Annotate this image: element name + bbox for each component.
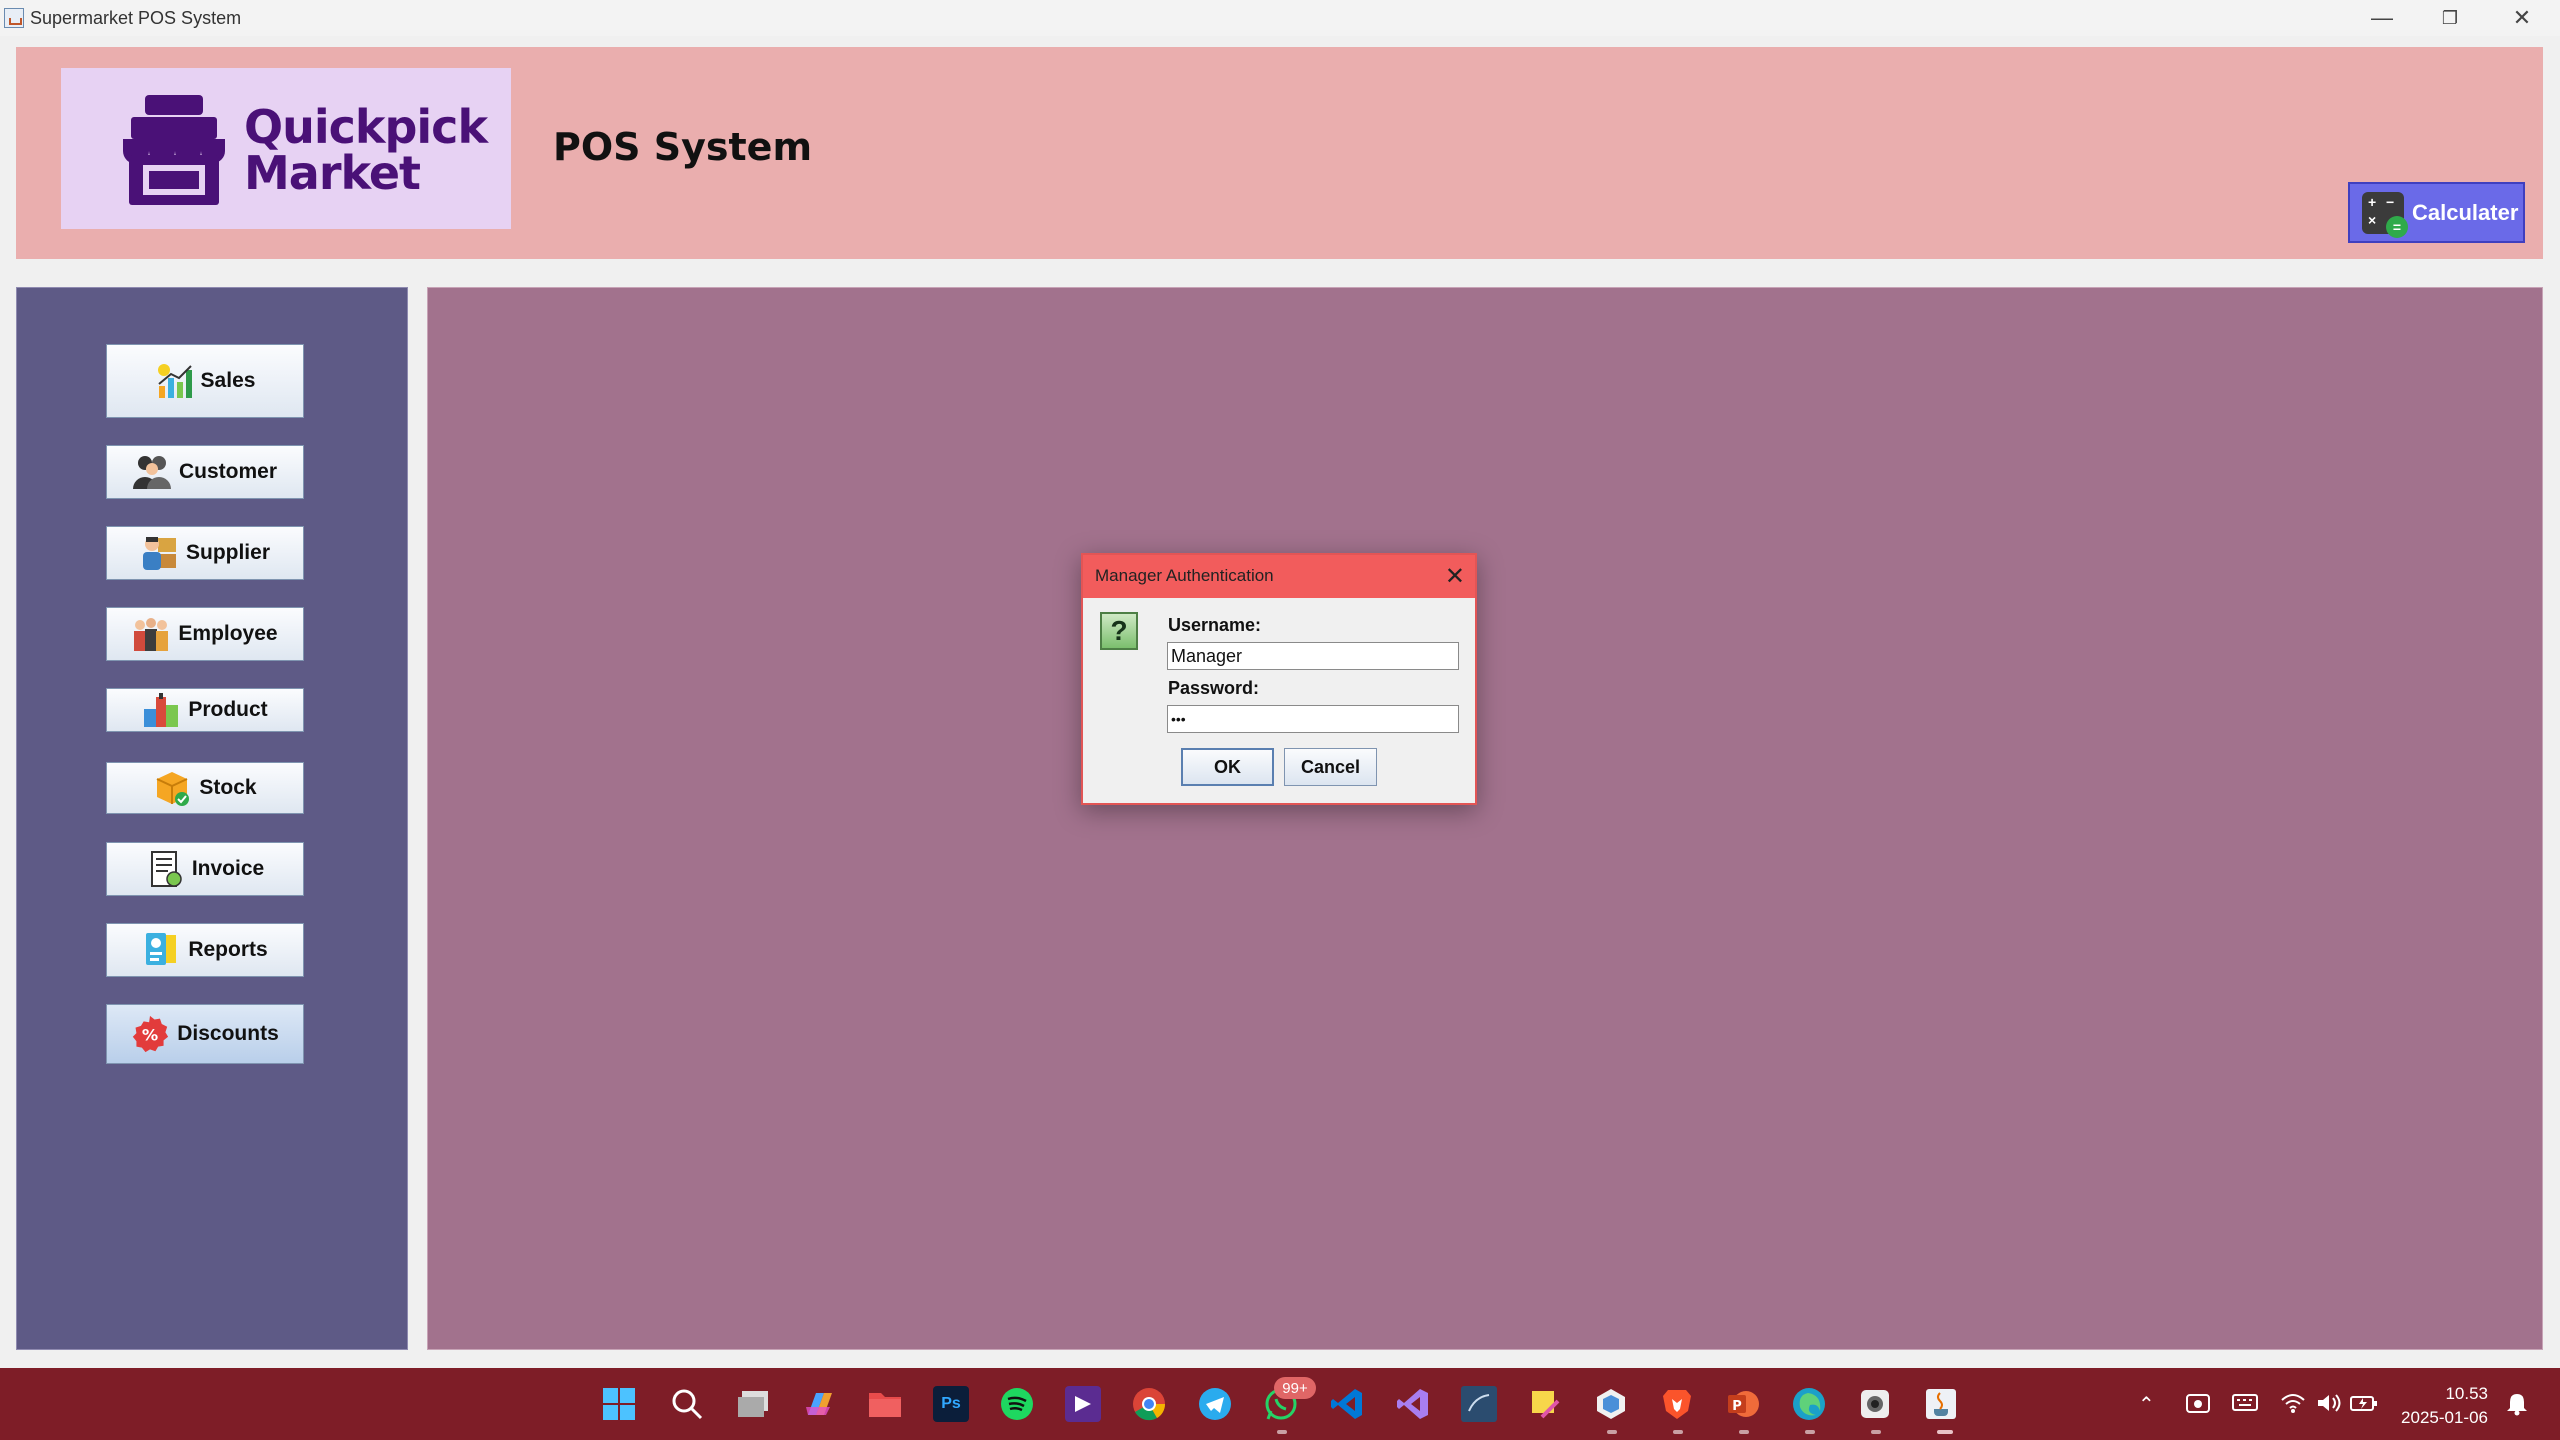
manager-auth-dialog: Manager Authentication ✕ ? Username: Pas… xyxy=(1081,553,1477,805)
logo-text-line-2: Market xyxy=(244,146,421,200)
sales-chart-icon xyxy=(155,362,193,400)
show-hidden-icons-chevron-icon[interactable]: ⌃ xyxy=(2138,1392,2155,1417)
sidebar-item-reports[interactable]: Reports xyxy=(106,923,304,977)
sidebar-item-discounts[interactable]: % Discounts xyxy=(106,1004,304,1064)
visual-studio-icon[interactable] xyxy=(1395,1386,1431,1422)
java-app-taskbar-icon[interactable] xyxy=(1923,1386,1959,1422)
sidebar-item-employee[interactable]: Employee xyxy=(106,607,304,661)
copilot-icon[interactable] xyxy=(801,1386,837,1422)
file-explorer-icon[interactable] xyxy=(867,1386,903,1422)
whatsapp-notification-badge: 99+ xyxy=(1274,1377,1316,1399)
video-editor-icon[interactable] xyxy=(1065,1386,1101,1422)
start-icon[interactable] xyxy=(601,1386,637,1422)
sidebar-item-label: Reports xyxy=(188,938,268,961)
close-button[interactable]: ✕ xyxy=(2488,0,2556,36)
svg-text:%: % xyxy=(142,1025,158,1044)
sidebar-item-label: Supplier xyxy=(185,541,270,564)
task-view-icon[interactable] xyxy=(735,1386,771,1422)
page-title: POS System xyxy=(553,125,813,169)
question-icon: ? xyxy=(1100,612,1138,650)
invoice-icon xyxy=(146,850,184,888)
logo-text-line-1: Quickpick xyxy=(244,100,488,154)
active-app-indicator xyxy=(1937,1430,1953,1434)
cancel-button[interactable]: Cancel xyxy=(1284,748,1377,786)
window-title: Supermarket POS System xyxy=(30,8,242,28)
sidebar-item-label: Discounts xyxy=(177,1022,279,1045)
product-icon xyxy=(142,691,180,729)
dialog-title: Manager Authentication xyxy=(1095,566,1274,585)
photoshop-icon[interactable]: Ps xyxy=(933,1386,969,1422)
market-stall-icon xyxy=(123,95,225,205)
dialog-close-button[interactable]: ✕ xyxy=(1445,562,1465,591)
notification-bell-icon[interactable] xyxy=(2506,1392,2528,1422)
windows-taskbar: Ps 99+ P ⌃ 10.53 2025-01-06 xyxy=(0,1368,2560,1440)
clock-time: 10.53 xyxy=(2445,1384,2488,1403)
sticky-notes-icon[interactable] xyxy=(1527,1386,1563,1422)
chrome-icon[interactable] xyxy=(1131,1386,1167,1422)
camera-app-icon[interactable] xyxy=(1857,1386,1893,1422)
stock-box-icon xyxy=(153,769,191,807)
restore-button[interactable]: ❐ xyxy=(2416,0,2484,36)
store-logo-text: Quickpick Market xyxy=(244,100,488,200)
store-logo: Quickpick Market xyxy=(61,68,511,229)
employee-icon xyxy=(132,615,170,653)
username-label: Username: xyxy=(1168,615,1262,635)
sidebar-nav: Sales Customer Supplier Employee Product… xyxy=(16,287,408,1350)
dialog-title-bar: Manager Authentication ✕ xyxy=(1083,555,1475,598)
sidebar-item-label: Stock xyxy=(199,776,257,799)
minimize-button[interactable]: — xyxy=(2348,0,2416,36)
keyboard-icon[interactable] xyxy=(2232,1392,2258,1418)
telegram-icon[interactable] xyxy=(1197,1386,1233,1422)
username-field[interactable] xyxy=(1167,642,1459,670)
camera-tray-icon[interactable] xyxy=(2186,1392,2210,1420)
sidebar-item-invoice[interactable]: Invoice xyxy=(106,842,304,896)
running-indicator xyxy=(1277,1430,1287,1434)
sidebar-item-supplier[interactable]: Supplier xyxy=(106,526,304,580)
running-indicator xyxy=(1673,1430,1683,1434)
sql-workbench-icon[interactable] xyxy=(1461,1386,1497,1422)
sidebar-item-label: Product xyxy=(188,698,268,721)
main-content-area xyxy=(427,287,2543,1350)
sidebar-item-label: Employee xyxy=(178,622,278,645)
vscode-icon[interactable] xyxy=(1329,1386,1365,1422)
java-app-icon xyxy=(4,8,24,28)
sidebar-item-label: Sales xyxy=(200,369,256,392)
running-indicator xyxy=(1871,1430,1881,1434)
cube-app-icon[interactable] xyxy=(1593,1386,1629,1422)
sidebar-item-label: Customer xyxy=(178,460,278,483)
sidebar-item-label: Invoice xyxy=(191,857,265,880)
header-banner: Quickpick Market POS System + − × = Calcu… xyxy=(16,47,2543,259)
system-clock[interactable]: 10.53 2025-01-06 xyxy=(2390,1382,2488,1430)
running-indicator xyxy=(1607,1430,1617,1434)
reports-icon xyxy=(142,931,180,969)
powerpoint-icon[interactable]: P xyxy=(1725,1386,1761,1422)
calculator-icon: + − × = xyxy=(2362,191,2408,238)
edge-icon[interactable] xyxy=(1791,1386,1827,1422)
discount-icon: % xyxy=(131,1015,169,1053)
search-icon[interactable] xyxy=(669,1386,705,1422)
ok-button[interactable]: OK xyxy=(1181,748,1274,786)
calculator-label: Calculater xyxy=(2412,199,2519,225)
spotify-icon[interactable] xyxy=(999,1386,1035,1422)
calculator-button[interactable]: + − × = Calculater xyxy=(2348,182,2525,243)
password-label: Password: xyxy=(1168,678,1260,698)
running-indicator xyxy=(1739,1430,1749,1434)
sidebar-item-sales[interactable]: Sales xyxy=(106,344,304,418)
battery-icon[interactable] xyxy=(2350,1392,2378,1420)
running-indicator xyxy=(1805,1430,1815,1434)
wifi-icon[interactable] xyxy=(2280,1392,2306,1420)
sidebar-item-customer[interactable]: Customer xyxy=(106,445,304,499)
brave-icon[interactable] xyxy=(1659,1386,1695,1422)
sidebar-item-product[interactable]: Product xyxy=(106,688,304,732)
sidebar-item-stock[interactable]: Stock xyxy=(106,762,304,814)
svg-text:P: P xyxy=(1732,1399,1742,1414)
window-title-bar: Supermarket POS System — ❐ ✕ xyxy=(0,0,2560,36)
customer-icon xyxy=(132,453,171,491)
volume-icon[interactable] xyxy=(2316,1392,2342,1420)
clock-date: 2025-01-06 xyxy=(2401,1408,2488,1427)
password-field[interactable]: ••• xyxy=(1167,705,1459,733)
supplier-icon xyxy=(140,534,178,572)
